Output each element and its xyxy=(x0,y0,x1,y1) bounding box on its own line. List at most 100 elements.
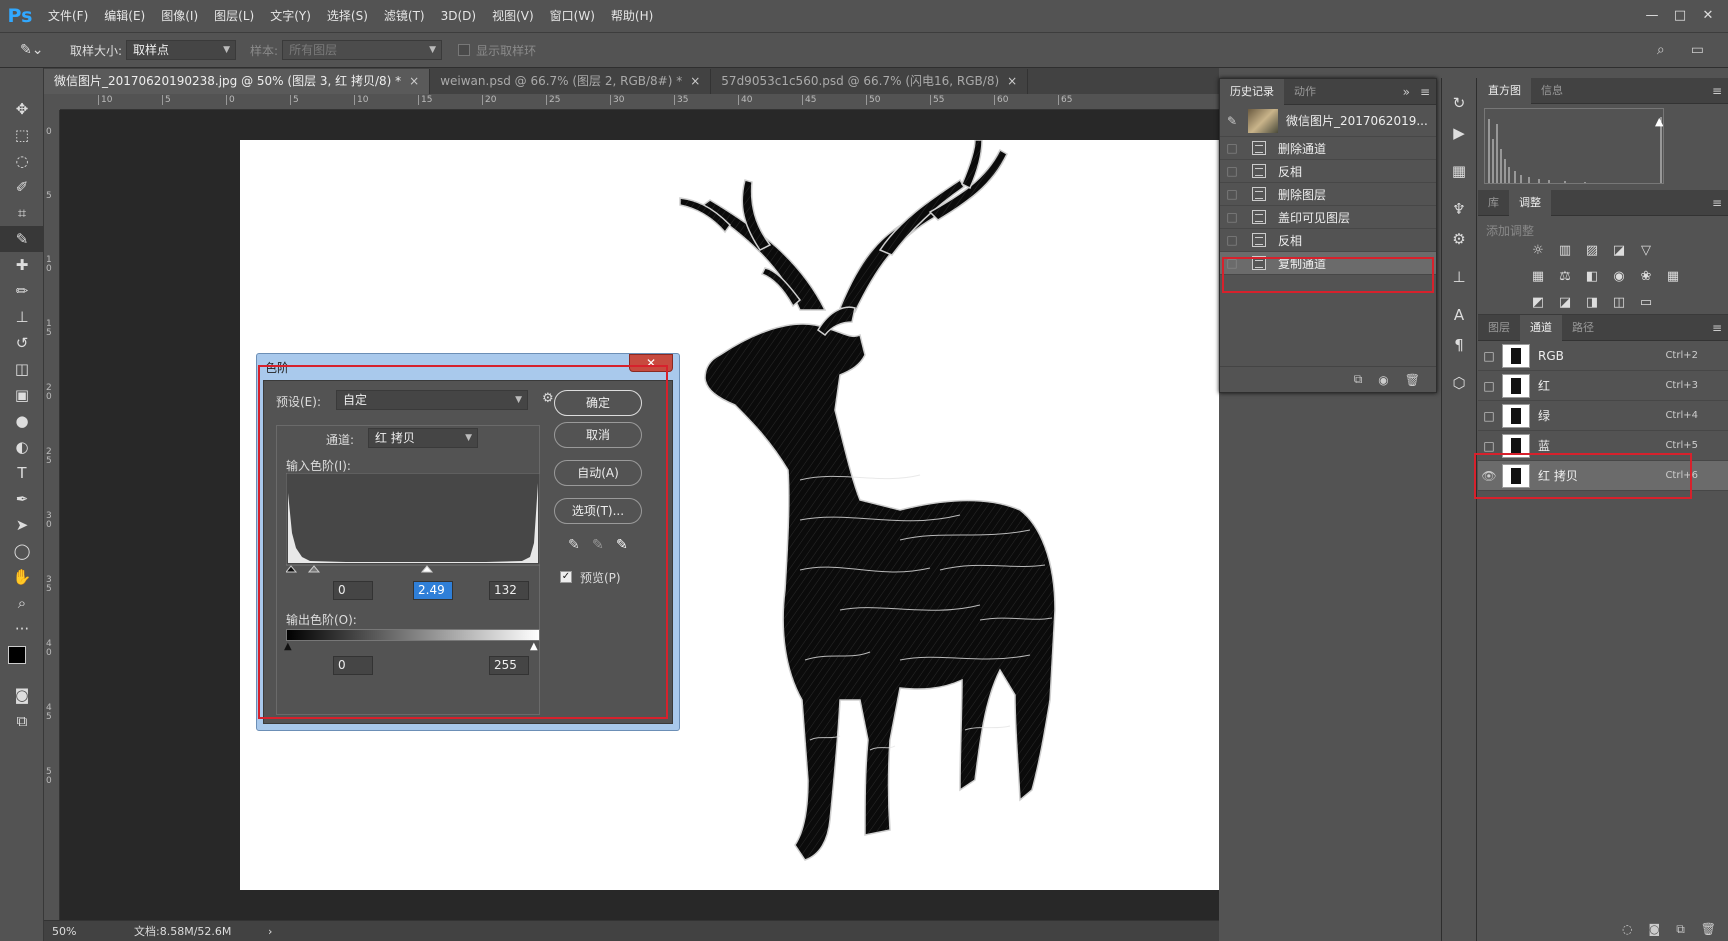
photo-filter-icon[interactable]: ◉ xyxy=(1607,269,1631,285)
invert-icon[interactable]: ◩ xyxy=(1526,295,1550,311)
status-menu-arrow[interactable]: › xyxy=(268,925,272,938)
menu-type[interactable]: 文字(Y) xyxy=(262,0,319,32)
move-tool-icon[interactable]: ✥ xyxy=(0,96,44,122)
gradient-map-icon[interactable]: ▭ xyxy=(1634,295,1658,311)
new-document-icon[interactable]: ⧉ xyxy=(1354,372,1363,387)
history-snapshot[interactable]: ✎ 微信图片_2017062019... xyxy=(1220,105,1436,137)
panel-menu-icon[interactable]: ≡ xyxy=(1712,84,1722,98)
quick-mask-icon[interactable]: ◙ xyxy=(0,682,44,708)
tab-paths[interactable]: 路径 xyxy=(1562,315,1604,341)
load-selection-icon[interactable]: ◌ xyxy=(1622,922,1632,936)
color-balance-icon[interactable]: ⚖ xyxy=(1553,269,1577,285)
show-ring-checkbox[interactable] xyxy=(458,44,471,56)
curves-icon[interactable]: ▨ xyxy=(1580,243,1604,259)
gradient-tool-icon[interactable]: ▣ xyxy=(0,382,44,408)
selective-color-icon[interactable]: ◫ xyxy=(1607,295,1631,311)
search-icon[interactable]: ⌕ xyxy=(1657,42,1665,58)
panel-menu-icon[interactable]: ≡ xyxy=(1712,196,1722,210)
new-channel-icon[interactable]: ⧉ xyxy=(1676,922,1685,937)
channel-row-green[interactable]: □ 绿 Ctrl+4 xyxy=(1478,401,1728,431)
brightness-icon[interactable]: ☼ xyxy=(1526,243,1550,259)
menu-file[interactable]: 文件(F) xyxy=(40,0,96,32)
channel-mixer-icon[interactable]: ❀ xyxy=(1634,269,1658,285)
adjust-sliders-icon[interactable]: ⚙ xyxy=(1442,224,1476,254)
history-source-checkbox[interactable]: □ xyxy=(1220,233,1244,247)
tab-library[interactable]: 库 xyxy=(1478,190,1509,216)
black-white-icon[interactable]: ◧ xyxy=(1580,269,1604,285)
panel-menu-icon[interactable]: ≡ xyxy=(1712,321,1722,335)
character-icon[interactable]: A xyxy=(1442,300,1476,330)
history-brush-source-icon[interactable]: ✎ xyxy=(1220,114,1244,128)
crop-tool-icon[interactable]: ⌗ xyxy=(0,200,44,226)
sample-select[interactable]: 所有图层 ▼ xyxy=(282,40,443,60)
menu-layer[interactable]: 图层(L) xyxy=(206,0,262,32)
hue-saturation-icon[interactable]: ▦ xyxy=(1526,269,1550,285)
color-lookup-icon[interactable]: ▦ xyxy=(1661,269,1685,285)
history-panel-icon[interactable]: ↻ xyxy=(1442,88,1476,118)
menu-edit[interactable]: 编辑(E) xyxy=(96,0,153,32)
properties-icon[interactable]: ▦ xyxy=(1442,156,1476,186)
lasso-tool-icon[interactable]: ◌ xyxy=(0,148,44,174)
close-window-button[interactable]: ✕ xyxy=(1694,6,1722,26)
levels-icon[interactable]: ▥ xyxy=(1553,243,1577,259)
tab-actions[interactable]: 动作 xyxy=(1284,79,1326,105)
history-item[interactable]: □ 反相 xyxy=(1220,160,1436,183)
ellipse-tool-icon[interactable]: ◯ xyxy=(0,538,44,564)
history-brush-icon[interactable]: ↺ xyxy=(0,330,44,356)
close-icon[interactable]: × xyxy=(690,74,700,88)
history-source-checkbox[interactable]: □ xyxy=(1220,141,1244,155)
save-selection-icon[interactable]: ◙ xyxy=(1649,922,1661,936)
visibility-toggle[interactable]: □ xyxy=(1478,409,1500,423)
history-item[interactable]: □ 反相 xyxy=(1220,229,1436,252)
eraser-tool-icon[interactable]: ◫ xyxy=(0,356,44,382)
foreground-color-swatch[interactable] xyxy=(8,646,26,664)
type-tool-icon[interactable]: T xyxy=(0,460,44,486)
history-item[interactable]: □ 盖印可见图层 xyxy=(1220,206,1436,229)
tab-document-3[interactable]: 57d9053c1c560.psd @ 66.7% (闪电16, RGB/8) × xyxy=(711,69,1029,94)
threshold-icon[interactable]: ◨ xyxy=(1580,295,1604,311)
healing-brush-icon[interactable]: ✚ xyxy=(0,252,44,278)
vibrance-icon[interactable]: ▽ xyxy=(1634,243,1658,259)
tab-histogram[interactable]: 直方图 xyxy=(1478,77,1531,104)
marquee-tool-icon[interactable]: ⬚ xyxy=(0,122,44,148)
dodge-tool-icon[interactable]: ◐ xyxy=(0,434,44,460)
stamp-tool-icon[interactable]: ⊥ xyxy=(0,304,44,330)
paragraph-icon[interactable]: ¶ xyxy=(1442,330,1476,360)
menu-view[interactable]: 视图(V) xyxy=(484,0,542,32)
zoom-level[interactable]: 50% xyxy=(52,925,112,938)
trash-icon[interactable]: 🗑 xyxy=(1701,922,1716,936)
tab-history[interactable]: 历史记录 xyxy=(1220,78,1284,105)
tab-document-2[interactable]: weiwan.psd @ 66.7% (图层 2, RGB/8#) * × xyxy=(430,69,712,94)
menu-help[interactable]: 帮助(H) xyxy=(603,0,661,32)
collapse-icon[interactable]: » xyxy=(1403,85,1410,99)
3d-icon[interactable]: ⬡ xyxy=(1442,368,1476,398)
trash-icon[interactable]: 🗑 xyxy=(1405,373,1420,387)
visibility-toggle[interactable]: □ xyxy=(1478,439,1500,453)
more-tools-icon[interactable]: ··· xyxy=(0,616,44,642)
tab-adjustments[interactable]: 调整 xyxy=(1509,189,1551,216)
tab-layers[interactable]: 图层 xyxy=(1478,315,1520,341)
menu-image[interactable]: 图像(I) xyxy=(153,0,206,32)
menu-select[interactable]: 选择(S) xyxy=(319,0,376,32)
color-swatches[interactable] xyxy=(0,642,43,682)
exposure-icon[interactable]: ◪ xyxy=(1607,243,1631,259)
channel-row-rgb[interactable]: □ RGB Ctrl+2 xyxy=(1478,341,1728,371)
close-icon[interactable]: × xyxy=(1007,74,1017,88)
posterize-icon[interactable]: ◪ xyxy=(1553,295,1577,311)
eyedropper-tool-preset-icon[interactable]: ✎⌄ xyxy=(20,42,60,58)
clone-source-icon[interactable]: ⊥ xyxy=(1442,262,1476,292)
camera-icon[interactable]: ◉ xyxy=(1378,373,1388,387)
sample-size-select[interactable]: 取样点 ▼ xyxy=(126,40,237,60)
history-item[interactable]: □ 删除图层 xyxy=(1220,183,1436,206)
tab-info[interactable]: 信息 xyxy=(1531,78,1573,104)
history-source-checkbox[interactable]: □ xyxy=(1220,164,1244,178)
panel-menu-icon[interactable]: ≡ xyxy=(1420,85,1430,99)
menu-filter[interactable]: 滤镜(T) xyxy=(376,0,433,32)
brush-settings-icon[interactable]: ♆ xyxy=(1442,194,1476,224)
history-source-checkbox[interactable]: □ xyxy=(1220,187,1244,201)
workspace-icon[interactable]: ▭ xyxy=(1691,42,1704,58)
menu-window[interactable]: 窗口(W) xyxy=(542,0,603,32)
history-source-checkbox[interactable]: □ xyxy=(1220,210,1244,224)
menu-3d[interactable]: 3D(D) xyxy=(433,0,484,32)
hand-tool-icon[interactable]: ✋ xyxy=(0,564,44,590)
